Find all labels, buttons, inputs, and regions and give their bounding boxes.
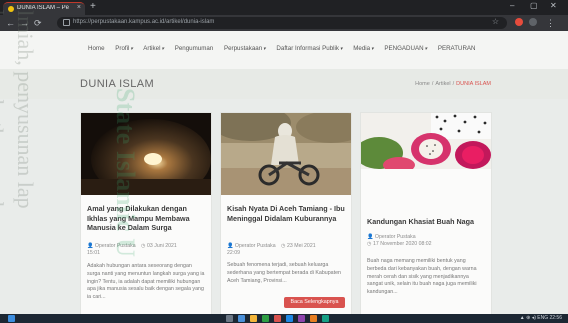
article-time: 08:02: [418, 241, 432, 247]
page-title: DUNIA ISLAM: [80, 78, 155, 90]
favicon-icon: [8, 6, 14, 12]
chevron-down-icon: ▾: [130, 46, 133, 52]
system-tray[interactable]: ▲ ⊕ ◂) ENG 22:56: [520, 315, 562, 321]
article-image-tunnel[interactable]: [81, 113, 211, 195]
article-time: 22:09: [227, 250, 240, 256]
article-image-dragonfruit[interactable]: [361, 113, 491, 169]
article-meta: 👤 Operator Pustaka ◷ 23 Mei 2021 22:09: [227, 243, 349, 257]
breadcrumb-home[interactable]: Home: [415, 81, 430, 87]
article-author: Operator Pustaka: [374, 234, 416, 240]
app-icon[interactable]: [322, 315, 329, 322]
clock-icon: ◷: [141, 243, 146, 249]
browser-tab-bar: DUNIA ISLAM – Perpust... × + – ▢ ✕: [0, 0, 568, 15]
clock-icon: ◷: [281, 243, 286, 249]
article-image-motorcycle[interactable]: [221, 113, 351, 195]
article-meta: 👤 Operator Pustaka ◷ 03 Juni 2021 15:01: [87, 243, 209, 257]
task-view-icon[interactable]: [238, 315, 245, 322]
user-icon: 👤: [367, 234, 374, 240]
nav-item-peraturan[interactable]: PERATURAN: [438, 45, 476, 52]
article-title[interactable]: Amal yang Dilakukan dengan Ikhlas yang M…: [87, 204, 207, 233]
article-title[interactable]: Kisah Nyata Di Aceh Tamiang - Ibu Mening…: [227, 204, 347, 223]
nav-item-profil[interactable]: Profil▾: [115, 45, 133, 52]
page-title-banner: DUNIA ISLAM Home / Artikel / DUNIA ISLAM: [0, 69, 568, 99]
article-excerpt: Buah naga memang memiliki bentuk yang be…: [367, 258, 477, 296]
nav-item-informasi-publik[interactable]: Daftar Informasi Publik▾: [276, 45, 342, 52]
article-excerpt: Adakah hubungan antara seseorang dengan …: [87, 263, 205, 301]
nav-item-perpustakaan[interactable]: Perpustakaan▾: [224, 45, 266, 52]
new-tab-button[interactable]: +: [90, 1, 96, 13]
maximize-button[interactable]: ▢: [530, 1, 538, 10]
chevron-down-icon: ▾: [161, 46, 164, 52]
tab-title: DUNIA ISLAM – Perpust...: [17, 5, 69, 11]
nav-item-pengumuman[interactable]: Pengumuman: [175, 45, 214, 52]
nav-item-artikel[interactable]: Artikel▾: [143, 45, 164, 52]
article-date: 23 Mei 2021: [287, 243, 316, 249]
user-icon: 👤: [227, 243, 234, 249]
clock-icon: ◷: [367, 241, 372, 247]
windows-taskbar: ▲ ⊕ ◂) ENG 22:56: [0, 314, 568, 323]
article-card[interactable]: Kandungan Khasiat Buah Naga 👤 Operator P…: [360, 112, 492, 320]
article-meta: 👤 Operator Pustaka ◷ 17 November 2020 08…: [367, 234, 489, 248]
search-icon[interactable]: [226, 315, 233, 322]
main-nav: Home Profil▾ Artikel▾ Pengumuman Perpust…: [88, 45, 485, 52]
chevron-down-icon: ▾: [340, 46, 343, 52]
minimize-button[interactable]: –: [510, 1, 514, 10]
app-icon[interactable]: [274, 315, 281, 322]
site-header: Home Profil▾ Artikel▾ Pengumuman Perpust…: [0, 31, 568, 70]
close-window-button[interactable]: ✕: [550, 1, 557, 10]
browser-toolbar: ← → ⟳ https://perpustakaan.kampus.ac.id/…: [0, 15, 568, 31]
breadcrumb: Home / Artikel / DUNIA ISLAM: [415, 81, 491, 87]
lock-icon: [63, 19, 70, 26]
forward-arrow-icon[interactable]: →: [20, 17, 29, 29]
bookmark-star-icon[interactable]: ☆: [492, 17, 499, 26]
article-date: 03 Juni 2021: [147, 243, 177, 249]
article-card[interactable]: Amal yang Dilakukan dengan Ikhlas yang M…: [80, 112, 212, 320]
nav-item-home[interactable]: Home: [88, 45, 105, 52]
chevron-down-icon: ▾: [371, 46, 374, 52]
edge-icon[interactable]: [286, 315, 293, 322]
more-menu-icon[interactable]: ⋮: [546, 17, 555, 29]
article-author: Operator Pustaka: [94, 243, 136, 249]
app-icon[interactable]: [298, 315, 305, 322]
chrome-icon[interactable]: [262, 315, 269, 322]
profile-icon[interactable]: [529, 18, 537, 26]
user-icon: 👤: [87, 243, 94, 249]
chevron-down-icon: ▾: [424, 46, 428, 52]
nav-item-pengaduan[interactable]: PENGADUAN▾: [384, 45, 427, 52]
extension-icon[interactable]: [515, 18, 523, 26]
start-menu-icon[interactable]: [8, 315, 15, 322]
breadcrumb-artikel[interactable]: Artikel: [435, 81, 450, 87]
article-date: 17 November 2020: [372, 241, 418, 247]
chevron-down-icon: ▾: [263, 46, 266, 52]
article-time: 15:01: [87, 250, 100, 256]
article-author: Operator Pustaka: [234, 243, 276, 249]
reload-icon[interactable]: ⟳: [34, 17, 42, 29]
article-card[interactable]: Kisah Nyata Di Aceh Tamiang - Ibu Mening…: [220, 112, 352, 320]
read-more-button[interactable]: Baca Selengkapnya: [284, 297, 345, 308]
nav-item-media[interactable]: Media▾: [353, 45, 373, 52]
back-arrow-icon[interactable]: ←: [6, 17, 15, 29]
article-excerpt: Sebuah fenomena terjadi, sebuah keluarga…: [227, 262, 341, 284]
breadcrumb-current: DUNIA ISLAM: [456, 81, 491, 87]
url-text[interactable]: https://perpustakaan.kampus.ac.id/artike…: [73, 19, 214, 25]
browser-tab[interactable]: DUNIA ISLAM – Perpust... ×: [3, 2, 85, 15]
article-title[interactable]: Kandungan Khasiat Buah Naga: [367, 217, 487, 227]
address-bar[interactable]: https://perpustakaan.kampus.ac.id/artike…: [57, 17, 507, 29]
tab-close-icon[interactable]: ×: [77, 4, 81, 11]
file-explorer-icon[interactable]: [250, 315, 257, 322]
app-icon[interactable]: [310, 315, 317, 322]
